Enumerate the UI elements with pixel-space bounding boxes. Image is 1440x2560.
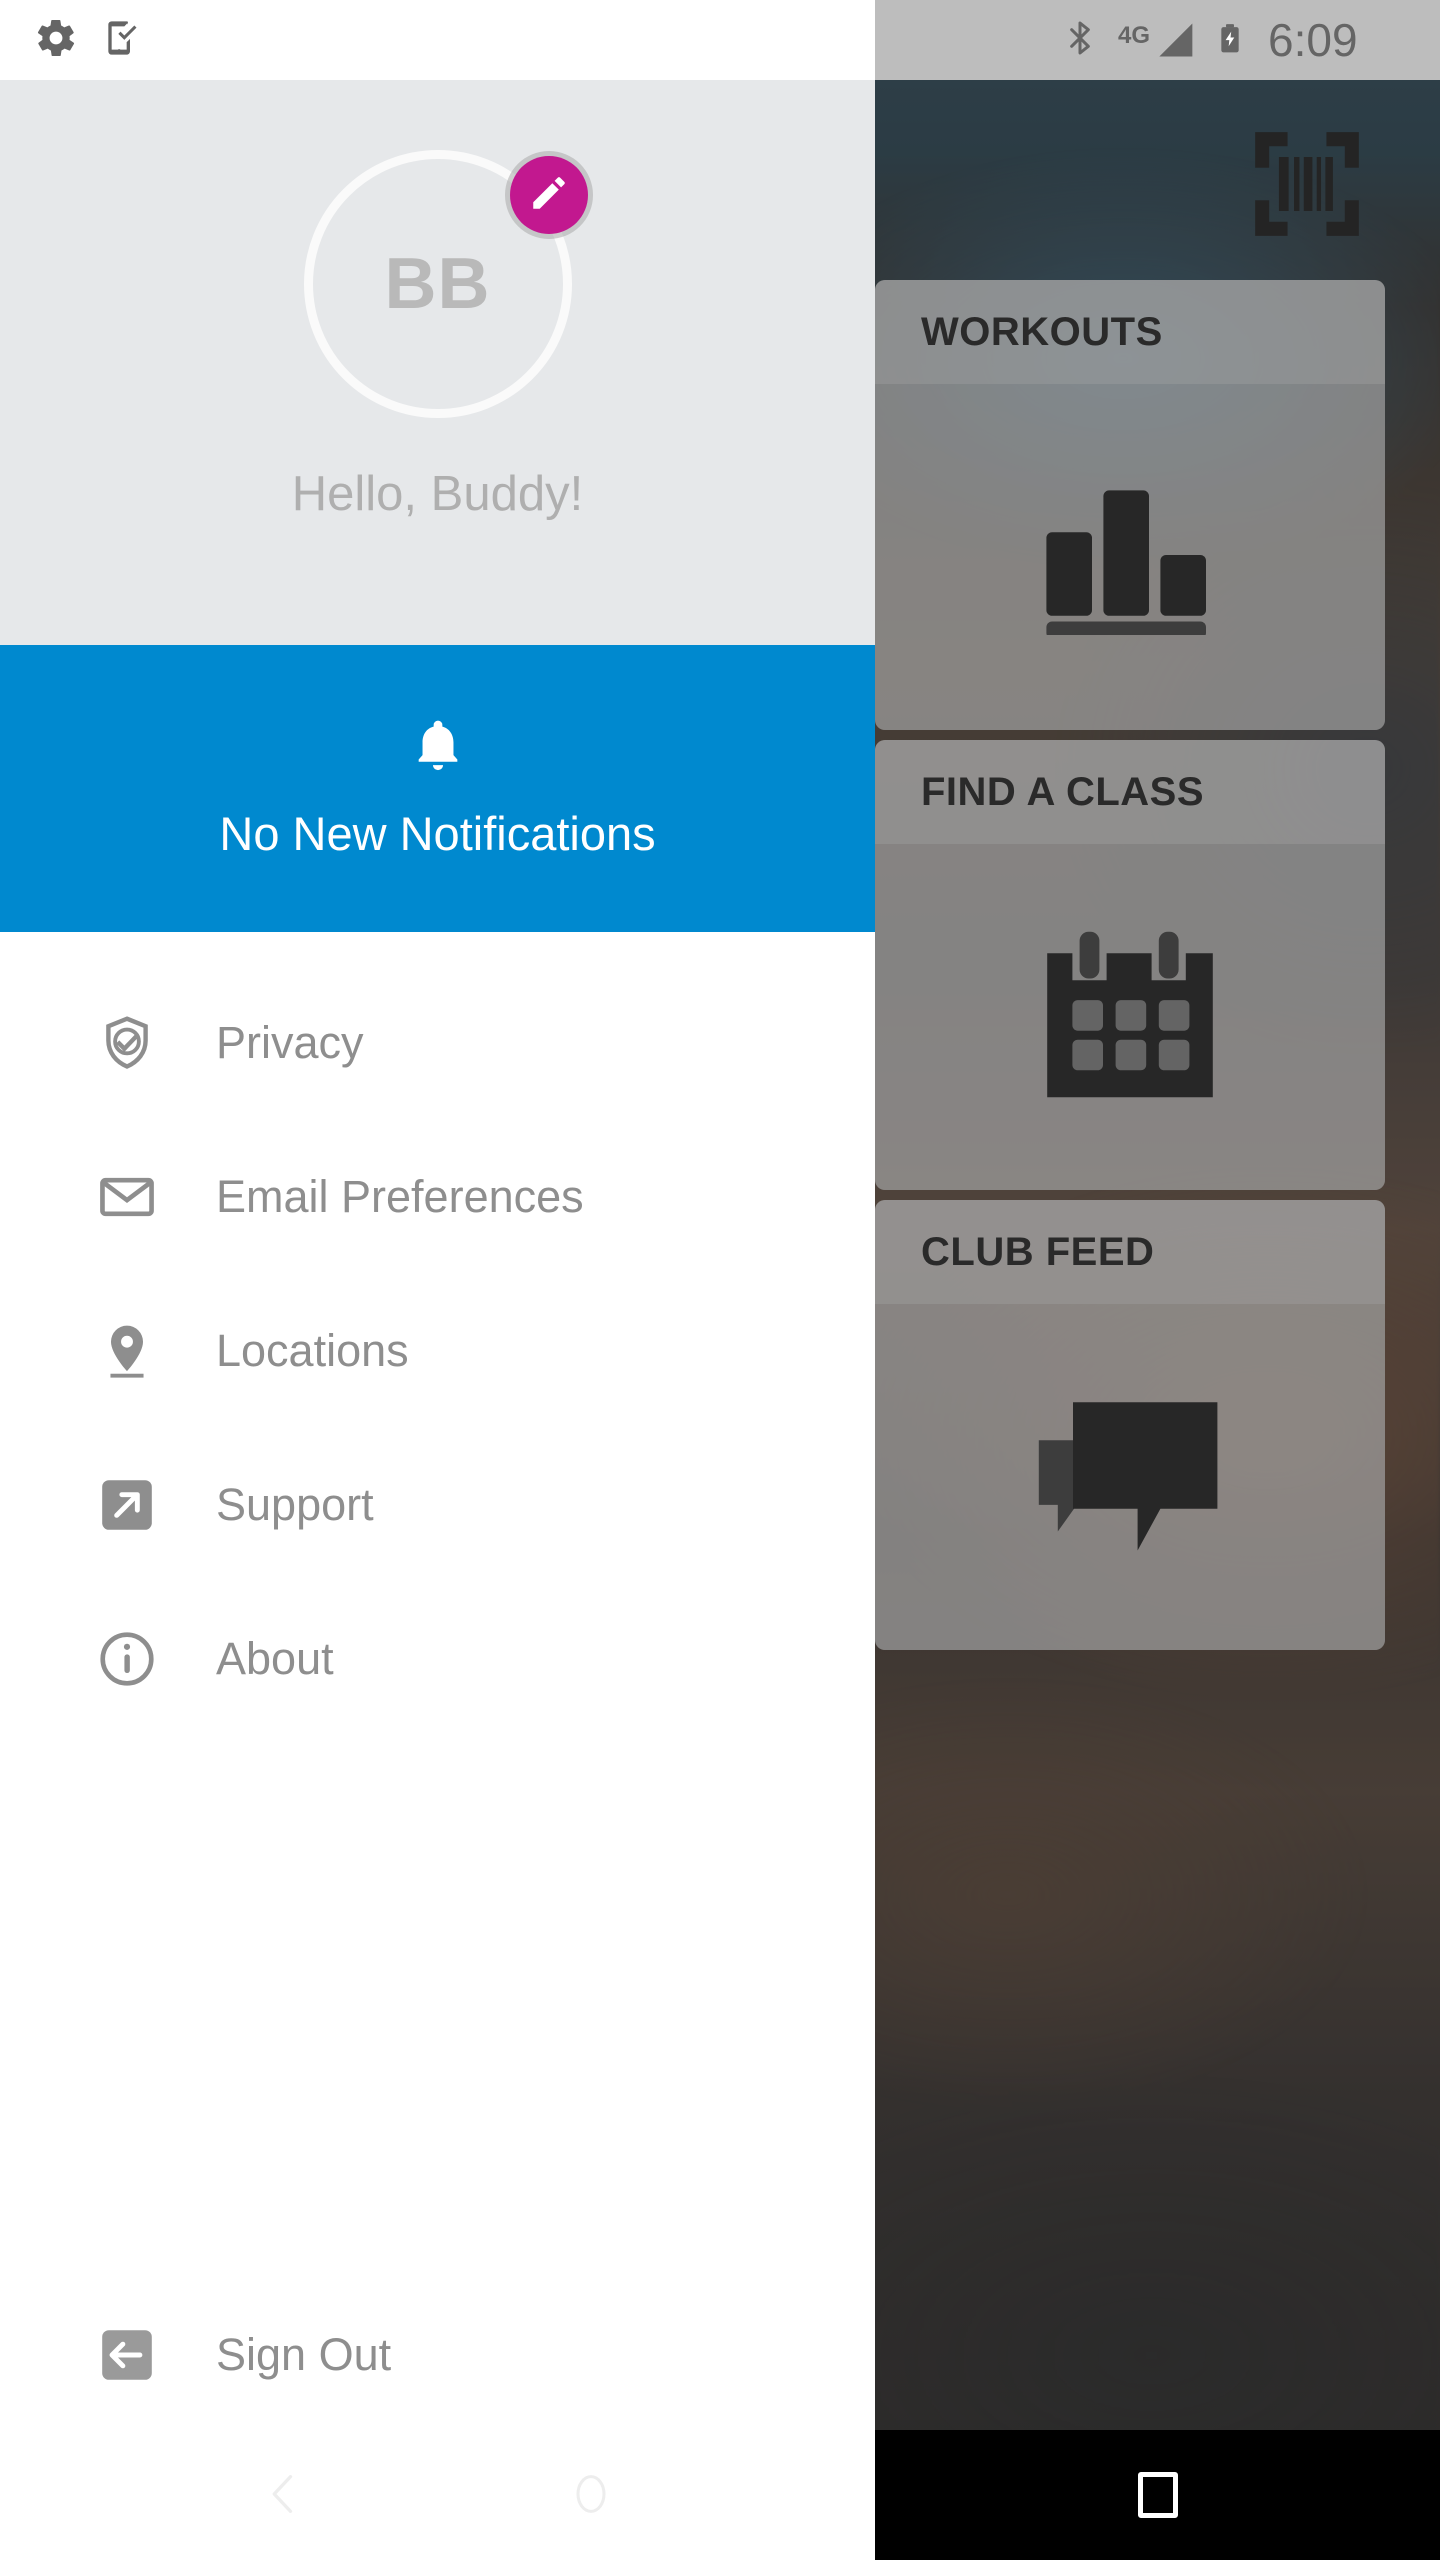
menu-item-label: Locations — [216, 1325, 409, 1376]
card-club-feed[interactable]: CLUB FEED — [875, 1200, 1385, 1650]
card-header: WORKOUTS — [875, 280, 1385, 384]
recents-square-icon[interactable] — [1137, 2472, 1178, 2518]
menu-item-label: About — [216, 1633, 334, 1684]
bell-icon — [409, 717, 467, 780]
envelope-icon — [94, 1164, 160, 1230]
calendar-icon — [1040, 928, 1220, 1106]
battery-charging-icon — [1214, 15, 1246, 66]
shield-check-icon — [94, 1010, 160, 1076]
card-title: FIND A CLASS — [921, 769, 1205, 814]
info-circle-icon — [94, 1626, 160, 1692]
avatar[interactable]: BB — [303, 150, 588, 418]
card-find-a-class[interactable]: FIND A CLASS — [875, 740, 1385, 1190]
map-pin-icon — [94, 1318, 160, 1384]
bluetooth-icon — [1060, 16, 1100, 65]
barcode-scan-icon[interactable] — [1252, 130, 1362, 238]
greeting-text: Hello, Buddy! — [291, 467, 584, 521]
notifications-banner[interactable]: No New Notifications — [0, 645, 875, 932]
menu-item-label: Privacy — [216, 1017, 364, 1068]
card-body — [875, 1304, 1385, 1650]
sign-out-label: Sign Out — [216, 2329, 392, 2380]
home-circle-icon[interactable] — [565, 2468, 617, 2525]
logout-arrow-icon — [94, 2322, 160, 2388]
card-header: CLUB FEED — [875, 1200, 1385, 1304]
system-nav-bar — [0, 2432, 875, 2560]
menu-item-privacy[interactable]: Privacy — [0, 966, 875, 1120]
sign-out-button[interactable]: Sign Out — [0, 2278, 875, 2432]
menu-item-email-preferences[interactable]: Email Preferences — [0, 1120, 875, 1274]
menu-item-locations[interactable]: Locations — [0, 1274, 875, 1428]
card-workouts[interactable]: WORKOUTS — [875, 280, 1385, 730]
menu-item-support[interactable]: Support — [0, 1428, 875, 1582]
card-title: CLUB FEED — [921, 1229, 1155, 1274]
card-header: FIND A CLASS — [875, 740, 1385, 844]
network-type-label: 4G — [1118, 22, 1151, 49]
menu-item-label: Support — [216, 1479, 374, 1530]
card-body — [875, 844, 1385, 1190]
clock-time: 6:09 — [1268, 14, 1358, 66]
notifications-label: No New Notifications — [219, 806, 656, 860]
edit-profile-button[interactable] — [509, 156, 588, 234]
avatar-initials: BB — [384, 244, 491, 324]
menu-item-label: Email Preferences — [216, 1171, 584, 1222]
background-nav-bar — [875, 2430, 1440, 2560]
navigation-drawer: BB Hello, Buddy! No New Notifications Pr… — [0, 0, 875, 2560]
pencil-icon — [528, 172, 570, 219]
card-body — [875, 384, 1385, 730]
card-title: WORKOUTS — [921, 309, 1163, 354]
status-bar-right: 4G 6:09 — [1060, 0, 1440, 80]
status-bar — [0, 0, 875, 80]
signal-4g-icon: 4G — [1118, 18, 1196, 62]
back-chevron-icon[interactable] — [258, 2468, 310, 2525]
menu-item-about[interactable]: About — [0, 1582, 875, 1736]
external-link-icon — [94, 1472, 160, 1538]
profile-header: BB Hello, Buddy! — [0, 80, 875, 645]
drawer-menu: Privacy Email Preferences Locations Supp… — [0, 932, 875, 1736]
phone-check-icon — [100, 16, 140, 65]
gear-icon — [34, 16, 78, 65]
chat-bubbles-icon — [1035, 1387, 1225, 1567]
bar-chart-icon — [1035, 475, 1225, 640]
